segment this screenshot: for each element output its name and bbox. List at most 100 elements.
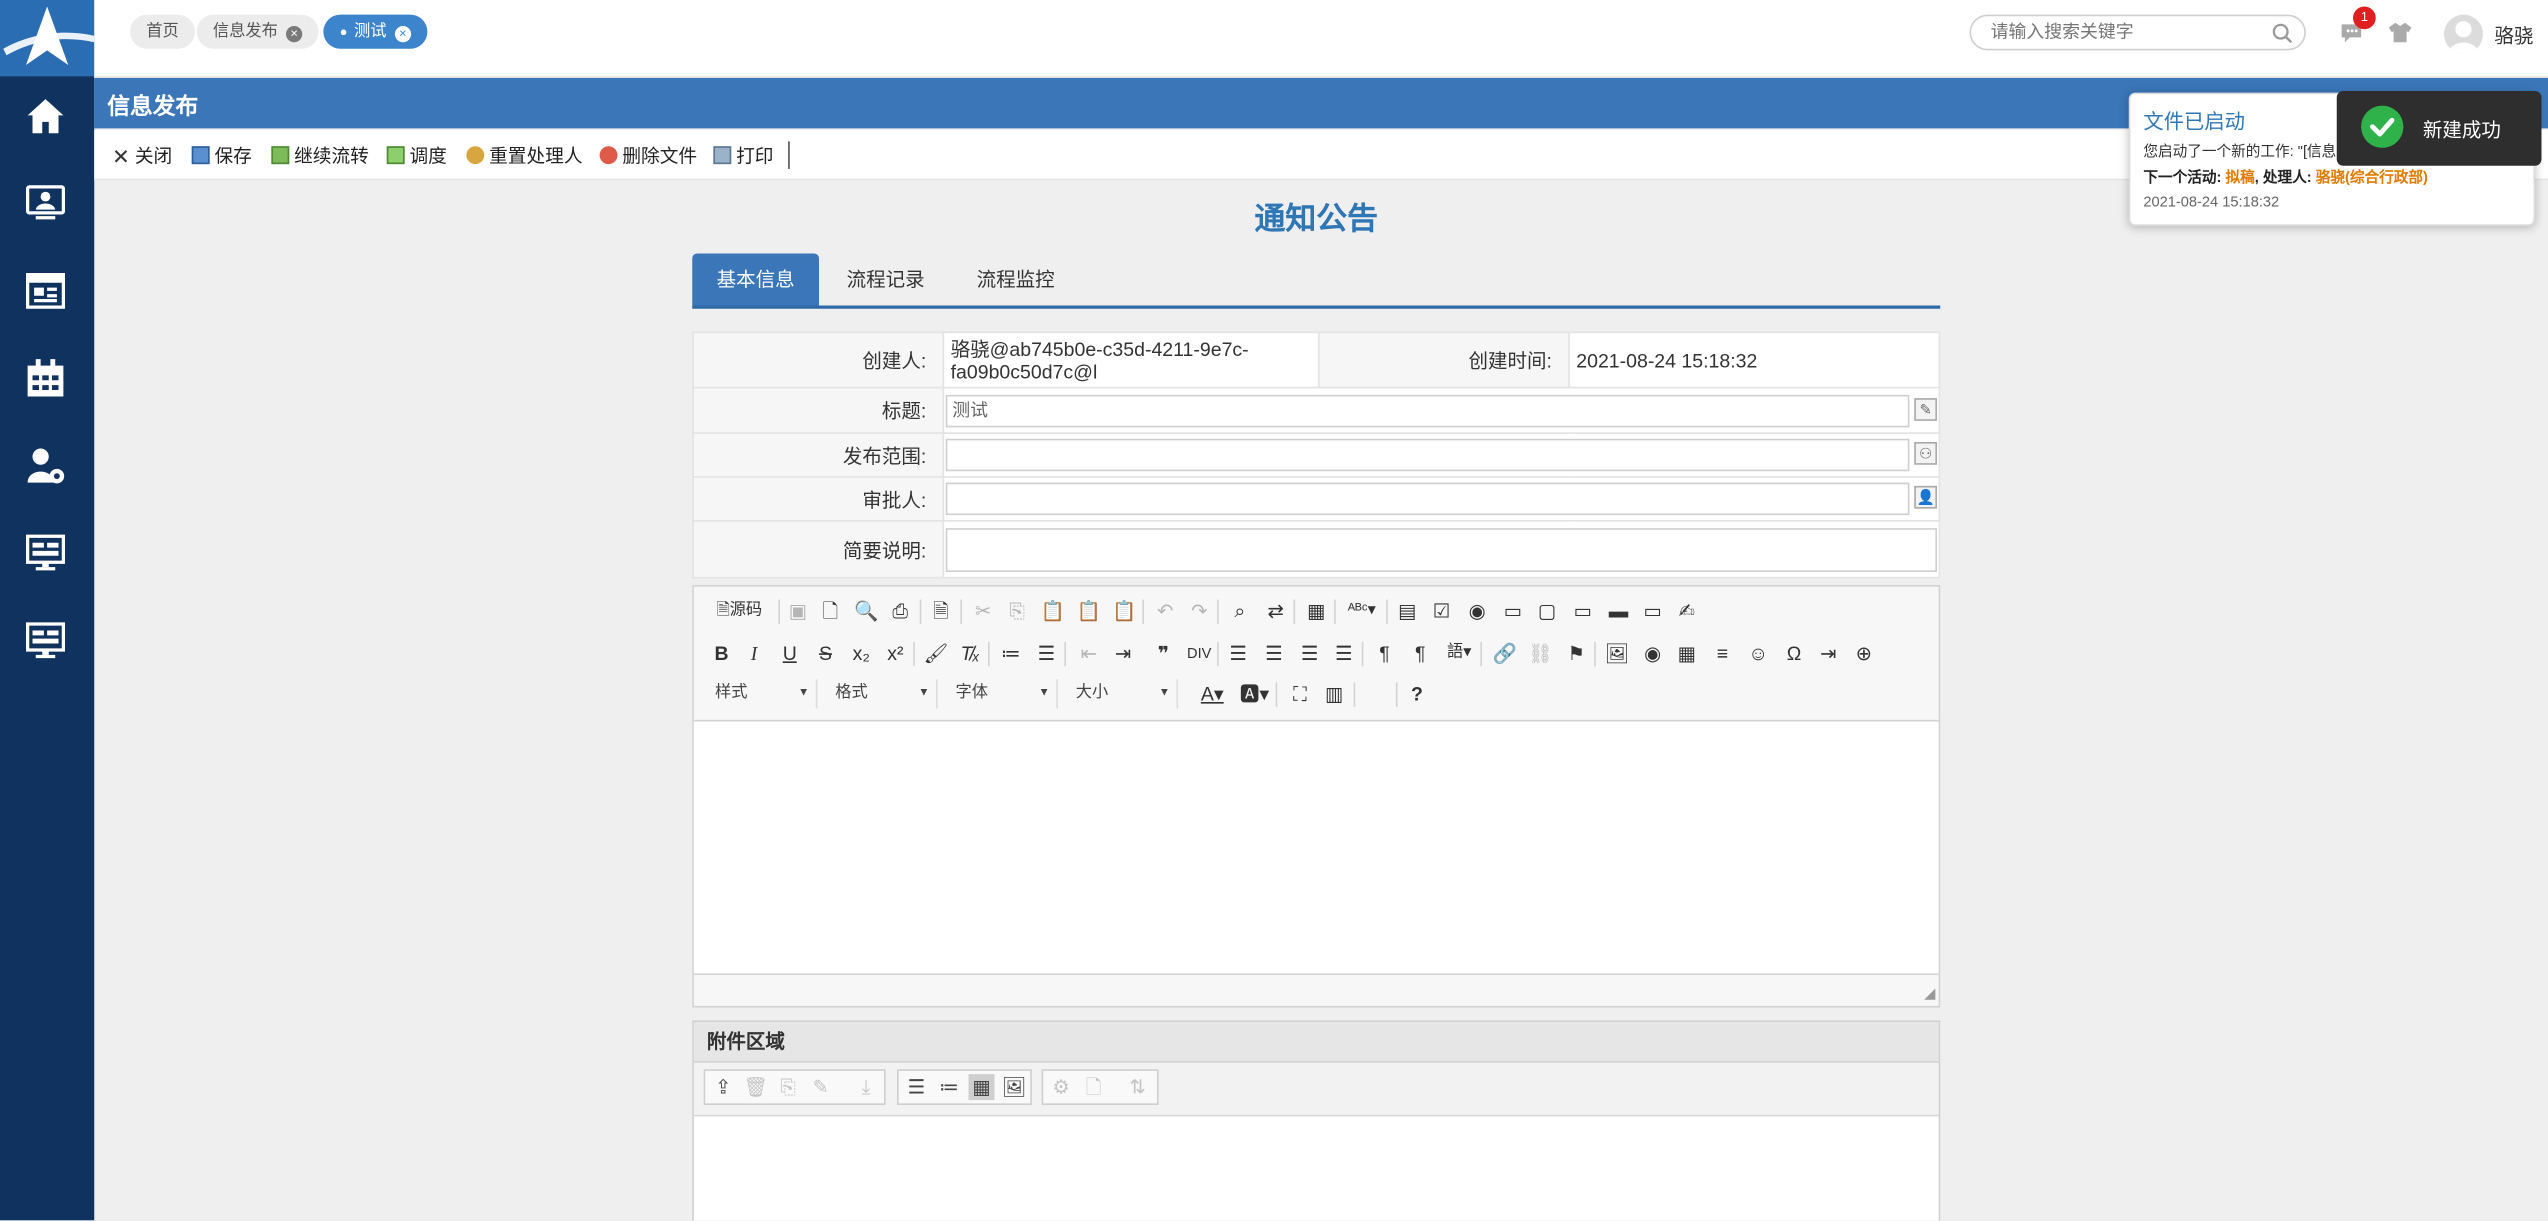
- font-dropdown[interactable]: 字体 ▼: [947, 679, 1058, 709]
- avatar[interactable]: [2444, 14, 2483, 54]
- numbered-list-icon[interactable]: ≔: [996, 639, 1025, 668]
- ltr-icon[interactable]: ¶: [1370, 639, 1399, 668]
- text-color-icon[interactable]: A▾: [1194, 679, 1230, 708]
- save-button[interactable]: 保存: [191, 143, 252, 169]
- username[interactable]: 骆骁: [2494, 21, 2533, 49]
- copy-icon[interactable]: ⎘: [1003, 596, 1032, 625]
- remove-format-icon[interactable]: T̸ₓ: [956, 639, 985, 668]
- detail-view-icon[interactable]: ≔: [936, 1074, 962, 1100]
- editor-content-area[interactable]: [693, 719, 1939, 975]
- edit-title-icon[interactable]: ✎: [1914, 397, 1937, 421]
- style-dropdown[interactable]: 样式 ▼: [707, 679, 818, 709]
- flash-icon[interactable]: ◉: [1638, 639, 1667, 668]
- size-dropdown[interactable]: 大小 ▼: [1068, 679, 1179, 709]
- align-right-icon[interactable]: ☰: [1295, 639, 1324, 668]
- superscript-icon[interactable]: x²: [881, 639, 910, 668]
- special-char-icon[interactable]: Ω: [1779, 639, 1808, 668]
- close-button[interactable]: ✕ 关闭: [112, 143, 172, 169]
- undo-icon[interactable]: ↶: [1151, 596, 1180, 625]
- print-icon[interactable]: ⎙: [886, 596, 915, 625]
- paste-word-icon[interactable]: 📋: [1110, 596, 1139, 625]
- rtl-icon[interactable]: ¶: [1406, 639, 1435, 668]
- trash-icon[interactable]: 🗑: [743, 1074, 769, 1100]
- textfield-icon[interactable]: ▭: [1498, 596, 1527, 625]
- tab-flow-record[interactable]: 流程记录: [824, 254, 948, 306]
- upload-icon[interactable]: ⇪: [710, 1074, 736, 1100]
- strikethrough-icon[interactable]: S: [811, 639, 840, 668]
- form-icon[interactable]: ▤: [1393, 596, 1422, 625]
- page-break-icon[interactable]: ⇥: [1814, 639, 1843, 668]
- cut-icon[interactable]: ✂: [969, 596, 998, 625]
- tab-test[interactable]: ● 测试 ×: [323, 14, 428, 49]
- redo-icon[interactable]: ↷: [1185, 596, 1214, 625]
- image-button-icon[interactable]: ▭: [1638, 596, 1667, 625]
- justify-icon[interactable]: ☰: [1329, 639, 1358, 668]
- bg-color-icon[interactable]: 🅰▾: [1237, 679, 1273, 708]
- tab-basic-info[interactable]: 基本信息: [692, 253, 819, 306]
- copy-file-icon[interactable]: ⎘: [775, 1074, 801, 1100]
- radio-icon[interactable]: ◉: [1463, 596, 1492, 625]
- underline-icon[interactable]: U: [775, 639, 804, 668]
- select-person-icon[interactable]: 👤: [1914, 485, 1937, 509]
- unlink-icon[interactable]: ⛓: [1526, 639, 1555, 668]
- horizontal-rule-icon[interactable]: ≡: [1708, 639, 1737, 668]
- continue-flow-button[interactable]: 继续流转: [271, 143, 369, 169]
- bulleted-list-icon[interactable]: ☰: [1032, 639, 1061, 668]
- message-icon[interactable]: 1: [2338, 6, 2376, 46]
- grid-view-icon[interactable]: ▦: [968, 1074, 995, 1101]
- dispatch-button[interactable]: 调度: [386, 143, 447, 169]
- list-view-icon[interactable]: ☰: [904, 1074, 930, 1100]
- anchor-flag-icon[interactable]: ⚑: [1562, 639, 1591, 668]
- summary-textarea[interactable]: [945, 527, 1937, 572]
- nav-news-icon[interactable]: [23, 268, 69, 314]
- italic-icon[interactable]: I: [739, 639, 768, 668]
- nav-calendar-icon[interactable]: [23, 356, 69, 402]
- nav-dashboard-icon[interactable]: [23, 530, 69, 576]
- show-blocks-icon[interactable]: ▥: [1320, 679, 1349, 708]
- approver-input[interactable]: 👤: [945, 482, 1937, 516]
- resize-handle-icon[interactable]: ◢: [1924, 985, 1935, 1003]
- table-icon[interactable]: ▦: [1672, 639, 1701, 668]
- outdent-icon[interactable]: ⇤: [1074, 639, 1103, 668]
- scope-input[interactable]: ⚇: [945, 438, 1937, 472]
- print-button[interactable]: 打印: [713, 143, 774, 169]
- maximize-icon[interactable]: ⛶: [1285, 679, 1314, 708]
- subscript-icon[interactable]: x₂: [847, 639, 876, 668]
- format-dropdown[interactable]: 格式 ▼: [827, 679, 938, 709]
- iframe-globe-icon[interactable]: ⊕: [1849, 639, 1878, 668]
- download-icon[interactable]: ⤓: [853, 1074, 879, 1100]
- tab-info-publish[interactable]: 信息发布 ×: [196, 14, 319, 49]
- hidden-field-icon[interactable]: ✍: [1672, 596, 1701, 625]
- language-icon[interactable]: 語▾: [1441, 639, 1477, 668]
- reset-handler-button[interactable]: 重置处理人: [466, 143, 583, 169]
- preview-icon[interactable]: 🔍: [852, 596, 881, 625]
- select-all-icon[interactable]: ▦: [1302, 596, 1331, 625]
- format-painter-icon[interactable]: 🖌: [921, 639, 950, 668]
- align-left-icon[interactable]: ☰: [1224, 639, 1253, 668]
- replace-icon[interactable]: ⇄: [1261, 596, 1290, 625]
- link-icon[interactable]: 🔗: [1490, 639, 1519, 668]
- spellcheck-icon[interactable]: ᴬᴮᶜ▾: [1342, 596, 1381, 625]
- nav-user-settings-icon[interactable]: [23, 444, 69, 490]
- new-page-icon[interactable]: 🗋: [816, 596, 845, 625]
- blockquote-icon[interactable]: ❞: [1149, 639, 1178, 668]
- checkbox-icon[interactable]: ☑: [1427, 596, 1456, 625]
- textarea-icon[interactable]: ▢: [1532, 596, 1561, 625]
- help-icon[interactable]: ?: [1402, 679, 1431, 708]
- source-button[interactable]: 🗎源码: [710, 596, 769, 625]
- image-view-icon[interactable]: 🖼: [1001, 1074, 1027, 1100]
- tab-flow-monitor[interactable]: 流程监控: [954, 254, 1078, 306]
- bold-icon[interactable]: B: [707, 639, 736, 668]
- tab-home[interactable]: 首页: [130, 14, 195, 49]
- smiley-icon[interactable]: ☺: [1744, 639, 1773, 668]
- creatediv-icon[interactable]: DIV: [1185, 639, 1214, 668]
- app-logo[interactable]: [0, 0, 95, 77]
- save-icon[interactable]: ▣: [783, 596, 812, 625]
- select-field-icon[interactable]: ▭: [1568, 596, 1597, 625]
- paste-icon[interactable]: 📋: [1038, 596, 1067, 625]
- find-icon[interactable]: ⌕: [1225, 596, 1254, 625]
- file-icon[interactable]: 🗋: [1081, 1074, 1107, 1100]
- nav-monitor-user-icon[interactable]: [23, 180, 69, 226]
- delete-file-button[interactable]: 删除文件: [599, 143, 697, 169]
- nav-dashboard-icon[interactable]: [23, 618, 69, 664]
